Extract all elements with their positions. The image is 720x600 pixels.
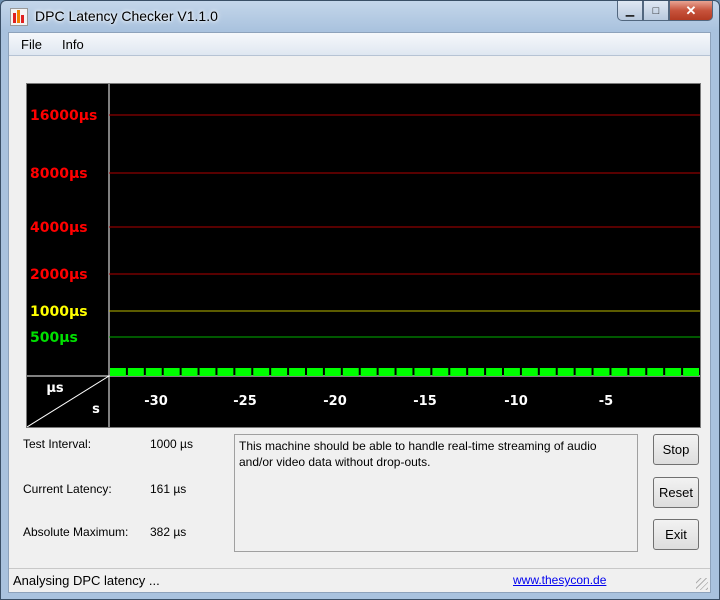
latency-bar xyxy=(360,368,377,376)
x-tick-label: -30 xyxy=(144,394,168,409)
latency-bar xyxy=(575,368,592,376)
latency-bar xyxy=(504,368,520,376)
y-axis-label-16000: 16000µs xyxy=(30,108,97,124)
x-tick-label: -20 xyxy=(323,394,347,409)
latency-bar xyxy=(539,368,556,376)
caption-buttons: ▁ □ ✕ xyxy=(617,1,713,23)
latency-bar xyxy=(593,368,610,376)
latency-bar xyxy=(414,368,431,376)
latency-bar xyxy=(629,368,646,376)
latency-bar xyxy=(342,368,359,376)
title-bar[interactable]: DPC Latency Checker V1.1.0 ▁ □ ✕ xyxy=(1,1,719,33)
absolute-maximum-label: Absolute Maximum: xyxy=(23,525,129,539)
y-axis-label-500: 500µs xyxy=(30,330,78,346)
latency-bar xyxy=(557,368,574,376)
minimize-button[interactable]: ▁ xyxy=(617,1,643,21)
y-axis-label-2000: 2000µs xyxy=(30,267,88,283)
website-link[interactable]: www.thesycon.de xyxy=(513,573,606,587)
result-message: This machine should be able to handle re… xyxy=(234,434,638,552)
test-interval-label: Test Interval: xyxy=(23,437,92,451)
latency-bar xyxy=(324,368,341,376)
latency-graph-canvas: 16000µs 8000µs 4000µs 2000µs 1000µs 500µs -30 -… xyxy=(27,84,700,427)
latency-bar xyxy=(683,368,699,376)
latency-bar xyxy=(127,368,144,376)
latency-bar xyxy=(199,368,216,376)
reset-button[interactable]: Reset xyxy=(653,477,699,508)
y-axis-label-8000: 8000µs xyxy=(30,166,88,182)
x-tick-label: -15 xyxy=(413,394,437,409)
maximize-icon: □ xyxy=(652,4,660,17)
x-tick-label: -5 xyxy=(599,394,613,409)
latency-bar xyxy=(647,368,664,376)
x-tick-label: -25 xyxy=(233,394,257,409)
latency-bar xyxy=(145,368,162,376)
latency-bar xyxy=(181,368,198,376)
latency-bar xyxy=(217,368,234,376)
minimize-icon: ▁ xyxy=(625,5,635,17)
resize-grip[interactable] xyxy=(696,578,708,590)
close-button[interactable]: ✕ xyxy=(669,1,713,21)
status-text: Analysing DPC latency ... xyxy=(13,573,160,588)
menu-bar: File Info xyxy=(9,33,710,56)
latency-bar xyxy=(378,368,395,376)
latency-bar xyxy=(432,368,449,376)
current-latency-value: 161 µs xyxy=(150,482,187,496)
corner-y-unit: µs xyxy=(46,381,64,396)
y-axis-label-4000: 4000µs xyxy=(30,220,88,236)
stop-button[interactable]: Stop xyxy=(653,434,699,465)
test-interval-value: 1000 µs xyxy=(150,437,193,451)
latency-graph: 16000µs 8000µs 4000µs 2000µs 1000µs 500µs -30 -… xyxy=(26,83,701,428)
latency-bar xyxy=(235,368,252,376)
latency-bar xyxy=(611,368,628,376)
latency-bar xyxy=(396,368,413,376)
y-axis-label-1000: 1000µs xyxy=(30,304,88,320)
latency-bar xyxy=(521,368,538,376)
current-latency-label: Current Latency: xyxy=(23,482,112,496)
window-title: DPC Latency Checker V1.1.0 xyxy=(35,8,218,24)
latency-bar xyxy=(468,368,485,376)
latency-bar xyxy=(486,368,502,376)
exit-button[interactable]: Exit xyxy=(653,519,699,550)
absolute-maximum-value: 382 µs xyxy=(150,525,187,539)
status-bar: Analysing DPC latency ... www.thesycon.d… xyxy=(9,568,710,592)
latency-bar xyxy=(289,368,305,376)
client-area: File Info 16000µs 8000µs 4000µs 2000µs 1000µ… xyxy=(8,32,711,593)
close-icon: ✕ xyxy=(685,2,697,18)
latency-bar xyxy=(110,368,126,376)
latency-bar xyxy=(450,368,467,376)
latency-bar xyxy=(253,368,270,376)
x-tick-label: -10 xyxy=(504,394,528,409)
latency-bar xyxy=(665,368,682,376)
menu-file[interactable]: File xyxy=(21,37,42,52)
menu-info[interactable]: Info xyxy=(62,37,84,52)
corner-x-unit: s xyxy=(92,402,100,417)
maximize-button[interactable]: □ xyxy=(643,1,669,21)
app-logo-icon xyxy=(10,8,28,26)
app-window: DPC Latency Checker V1.1.0 ▁ □ ✕ File In… xyxy=(0,0,720,600)
latency-bar xyxy=(307,368,323,376)
latency-bar xyxy=(271,368,288,376)
latency-bar xyxy=(163,368,180,376)
